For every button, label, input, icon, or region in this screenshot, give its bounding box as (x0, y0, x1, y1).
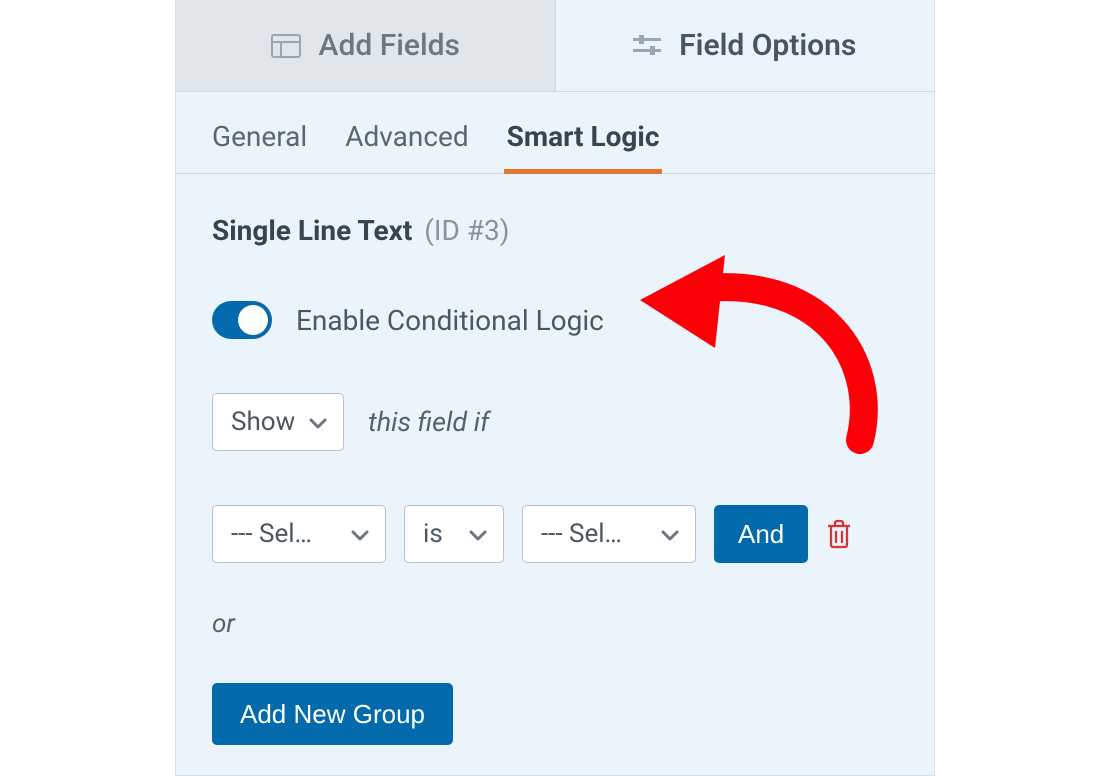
tab-field-options-label: Field Options (679, 28, 856, 63)
chevron-down-icon (351, 519, 369, 549)
trash-icon (826, 519, 852, 549)
conditional-logic-label: Enable Conditional Logic (296, 304, 604, 337)
subtab-smart-logic[interactable]: Smart Logic (507, 120, 660, 173)
show-hide-row: Show this field if (212, 393, 898, 451)
field-title-row: Single Line Text (ID #3) (212, 214, 898, 247)
condition-value-value: --- Sel… (541, 519, 622, 549)
and-button[interactable]: And (714, 505, 808, 563)
show-hide-suffix: this field if (368, 406, 489, 438)
conditional-logic-toggle-row: Enable Conditional Logic (212, 301, 898, 339)
chevron-down-icon (469, 519, 487, 549)
condition-value-select[interactable]: --- Sel… (522, 505, 696, 563)
conditional-logic-toggle[interactable] (212, 301, 272, 339)
field-options-icon (633, 34, 661, 58)
tab-add-fields-label: Add Fields (319, 28, 460, 63)
add-new-group-button[interactable]: Add New Group (212, 683, 453, 745)
field-id: (ID #3) (424, 214, 509, 247)
tab-field-options[interactable]: Field Options (556, 0, 935, 91)
or-label: or (212, 609, 898, 639)
main-tabs: Add Fields Field Options (176, 0, 934, 92)
subtab-general[interactable]: General (212, 120, 307, 173)
tab-add-fields[interactable]: Add Fields (176, 0, 556, 91)
condition-field-value: --- Sel… (231, 519, 312, 549)
sub-tabs: General Advanced Smart Logic (176, 92, 934, 174)
show-hide-value: Show (231, 407, 295, 437)
condition-row: --- Sel… is --- Sel… And (212, 505, 898, 563)
delete-condition-button[interactable] (826, 519, 852, 549)
chevron-down-icon (661, 519, 679, 549)
condition-field-select[interactable]: --- Sel… (212, 505, 386, 563)
field-options-content: Single Line Text (ID #3) Enable Conditio… (176, 174, 934, 775)
show-hide-select[interactable]: Show (212, 393, 344, 451)
condition-operator-value: is (423, 519, 443, 549)
subtab-advanced[interactable]: Advanced (345, 120, 468, 173)
condition-operator-select[interactable]: is (404, 505, 504, 563)
chevron-down-icon (309, 407, 327, 437)
add-fields-icon (271, 34, 301, 58)
field-title: Single Line Text (212, 214, 412, 247)
